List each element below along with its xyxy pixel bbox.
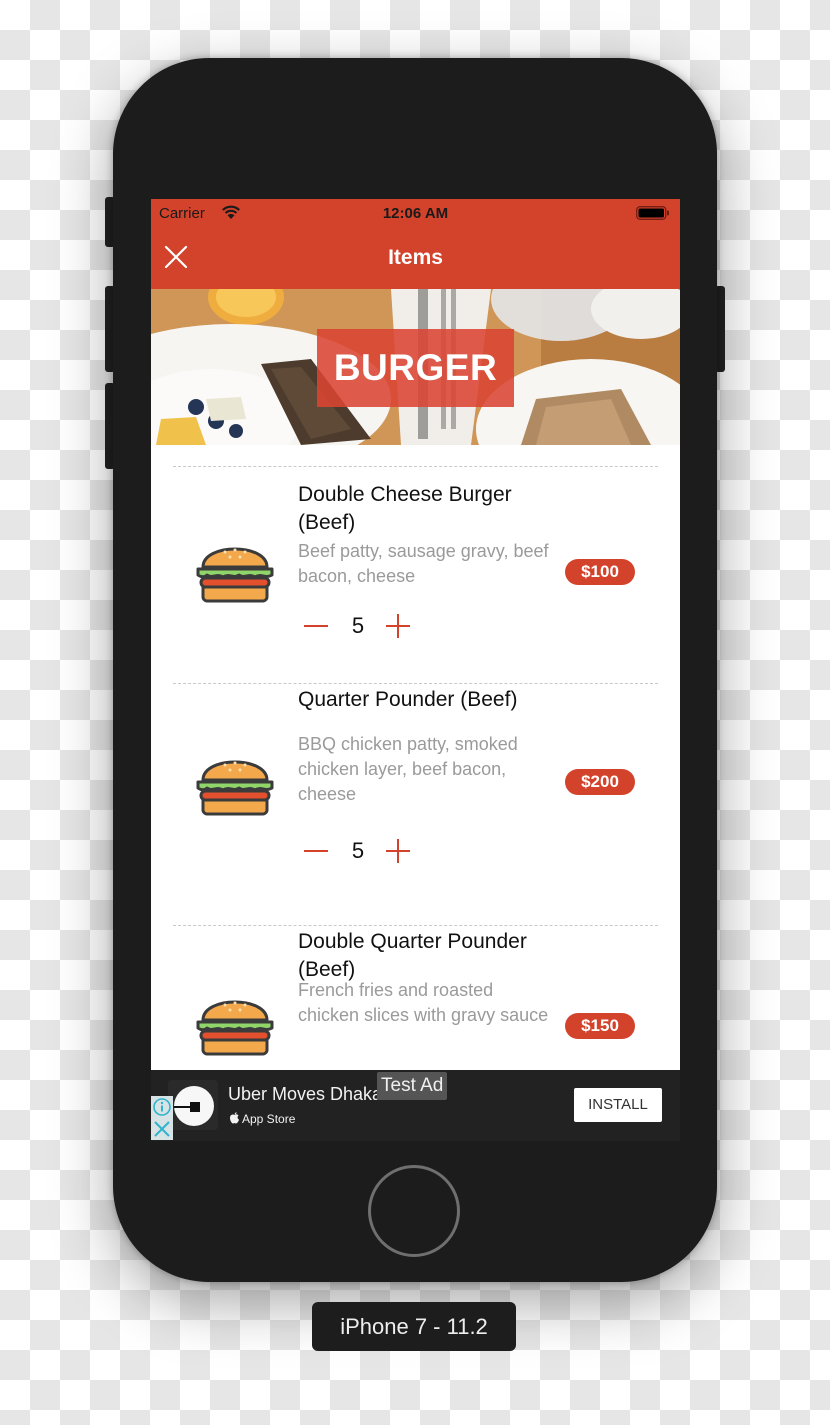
ad-close-icon[interactable] [151, 1118, 173, 1140]
status-bar: Carrier 12:06 AM [151, 199, 680, 227]
item-divider [173, 925, 658, 926]
item-description: BBQ chicken patty, smoked chicken layer,… [298, 734, 518, 804]
price-label: $150 [581, 1016, 619, 1035]
minus-icon[interactable] [301, 836, 331, 866]
item-divider [173, 466, 658, 467]
ad-title: Uber Moves Dhaka [228, 1084, 383, 1104]
category-title: BURGER [317, 329, 514, 407]
quantity-stepper: 5 [301, 611, 416, 641]
plus-icon[interactable] [383, 611, 413, 641]
quantity-stepper: 5 [301, 836, 416, 866]
quantity-value: 5 [351, 613, 365, 638]
ad-store-label: App Store [229, 1112, 295, 1126]
apple-icon [230, 1112, 239, 1124]
burger-icon [196, 760, 274, 816]
ad-store-text: App Store [242, 1112, 296, 1126]
status-time: 12:06 AM [382, 205, 449, 222]
price-label: $200 [581, 772, 619, 791]
page-title: Items [388, 246, 443, 269]
item-list: Double Cheese Burger (Beef) Beef patty, … [151, 445, 680, 1141]
price-badge: $100 [565, 559, 635, 585]
item-description: French fries and roasted chicken slices … [298, 980, 549, 1025]
burger-icon [196, 547, 274, 603]
ad-banner[interactable]: Uber Moves Dhaka App Store Test Ad INSTA… [151, 1070, 680, 1141]
plus-icon[interactable] [383, 836, 413, 866]
uber-logo-icon [174, 1086, 214, 1126]
device-label: iPhone 7 - 11.2 [312, 1302, 516, 1351]
ad-info-icon[interactable] [151, 1096, 173, 1118]
price-label: $100 [581, 562, 619, 581]
home-button[interactable] [368, 1165, 460, 1257]
list-item: Quarter Pounder (Beef) BBQ chicken patty… [151, 662, 680, 904]
install-button[interactable]: INSTALL [574, 1088, 662, 1122]
minus-icon[interactable] [301, 611, 331, 641]
test-ad-badge: Test Ad [377, 1072, 448, 1100]
item-description: Beef patty, sausage gravy, beef bacon, c… [298, 541, 549, 586]
quantity-value: 5 [351, 838, 365, 863]
item-divider [173, 683, 658, 684]
burger-icon [196, 1000, 274, 1056]
category-banner: BURGER [151, 289, 680, 445]
item-name: Double Cheese Burger (Beef) [298, 483, 512, 534]
list-item: Double Cheese Burger (Beef) Beef patty, … [151, 445, 680, 662]
price-badge: $200 [565, 769, 635, 795]
price-badge: $150 [565, 1013, 635, 1039]
battery-icon [636, 206, 669, 220]
navigation-bar: Items [151, 227, 680, 289]
item-name: Double Quarter Pounder (Beef) [298, 930, 527, 981]
app-screen: Carrier 12:06 AM Items BURGER Double Che… [151, 199, 680, 1141]
item-name: Quarter Pounder (Beef) [298, 688, 518, 711]
